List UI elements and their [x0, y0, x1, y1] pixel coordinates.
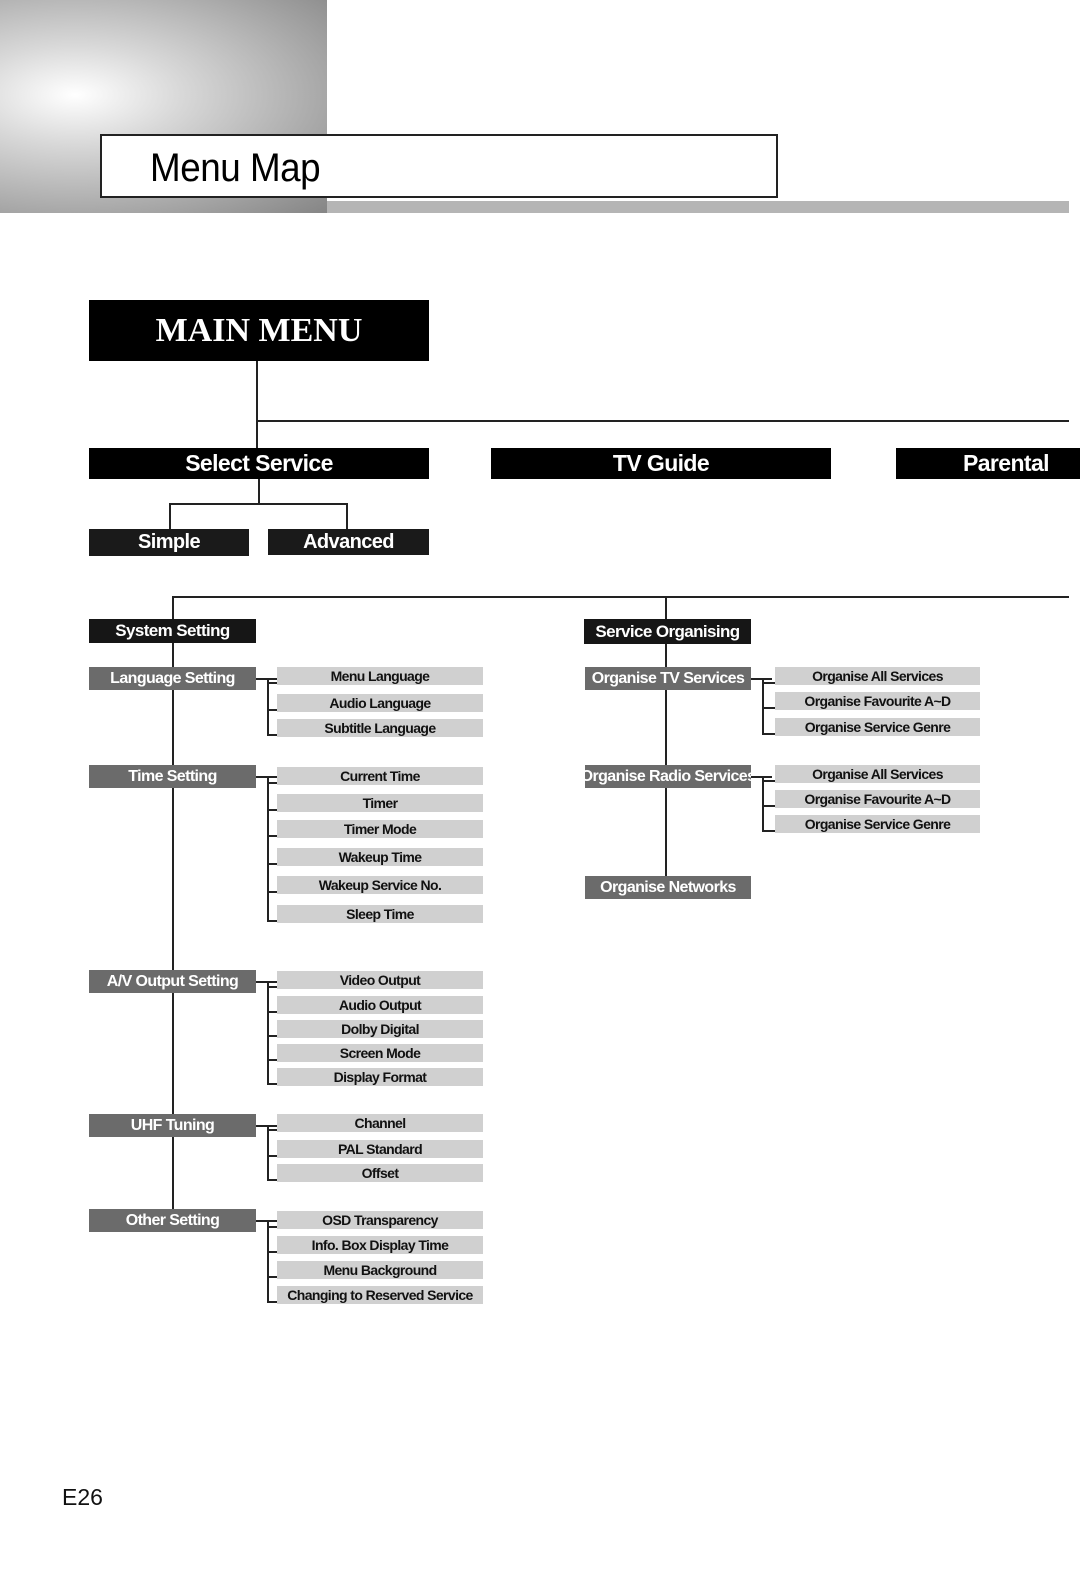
menu-select-service[interactable]: Select Service: [89, 448, 429, 479]
main-menu-box: MAIN MENU: [89, 300, 429, 361]
connector: [346, 503, 348, 529]
connector: [267, 1035, 277, 1037]
connector: [267, 1011, 277, 1013]
submenu-organise-tv-services[interactable]: Organise TV Services: [585, 667, 751, 690]
connector: [762, 776, 764, 832]
menu-simple[interactable]: Simple: [89, 529, 249, 556]
menu-item[interactable]: Organise All Services: [775, 667, 980, 685]
connector: [762, 805, 775, 807]
submenu-uhf-tuning[interactable]: UHF Tuning: [89, 1114, 256, 1137]
menu-item[interactable]: OSD Transparency: [277, 1211, 483, 1229]
connector: [172, 596, 1069, 598]
connector: [267, 809, 277, 811]
connector: [267, 981, 269, 1085]
menu-item[interactable]: Organise All Services: [775, 765, 980, 783]
connector: [256, 361, 258, 448]
menu-item[interactable]: Current Time: [277, 767, 483, 785]
connector: [256, 420, 1069, 422]
connector: [169, 503, 348, 505]
connector: [762, 830, 775, 832]
connector: [267, 776, 269, 922]
menu-item[interactable]: Screen Mode: [277, 1044, 483, 1062]
menu-item[interactable]: Timer: [277, 794, 483, 812]
menu-item[interactable]: Video Output: [277, 971, 483, 989]
connector: [267, 1301, 277, 1303]
menu-item[interactable]: Organise Service Genre: [775, 718, 980, 736]
connector: [267, 682, 277, 684]
menu-tv-guide[interactable]: TV Guide: [491, 448, 831, 479]
menu-item[interactable]: Organise Favourite A~D: [775, 692, 980, 710]
connector: [267, 1129, 277, 1131]
menu-advanced[interactable]: Advanced: [268, 529, 429, 555]
menu-service-organising[interactable]: Service Organising: [584, 619, 751, 644]
menu-system-setting[interactable]: System Setting: [89, 619, 256, 643]
connector: [762, 682, 775, 684]
connector: [267, 863, 277, 865]
menu-item[interactable]: Audio Language: [277, 694, 483, 712]
menu-item[interactable]: Display Format: [277, 1068, 483, 1086]
header-rule: [327, 201, 1069, 213]
connector: [762, 733, 775, 735]
menu-item[interactable]: Channel: [277, 1114, 483, 1132]
connector: [267, 920, 277, 922]
menu-item[interactable]: Changing to Reserved Service: [277, 1286, 483, 1304]
menu-item[interactable]: Info. Box Display Time: [277, 1236, 483, 1254]
connector: [762, 780, 775, 782]
submenu-language-setting[interactable]: Language Setting: [89, 667, 256, 690]
connector: [267, 678, 269, 736]
page-title: Menu Map: [150, 146, 321, 190]
submenu-a-v-output-setting[interactable]: A/V Output Setting: [89, 970, 256, 993]
menu-item[interactable]: Audio Output: [277, 996, 483, 1014]
connector: [267, 835, 277, 837]
connector: [267, 891, 277, 893]
connector: [258, 478, 260, 504]
connector: [267, 1059, 277, 1061]
menu-item[interactable]: PAL Standard: [277, 1140, 483, 1158]
submenu-time-setting[interactable]: Time Setting: [89, 765, 256, 788]
menu-item[interactable]: Wakeup Time: [277, 848, 483, 866]
connector: [267, 986, 277, 988]
menu-item[interactable]: Organise Favourite A~D: [775, 790, 980, 808]
connector: [267, 734, 277, 736]
connector: [169, 503, 171, 529]
connector: [267, 1083, 277, 1085]
menu-item[interactable]: Timer Mode: [277, 820, 483, 838]
connector: [267, 709, 277, 711]
submenu-other-setting[interactable]: Other Setting: [89, 1209, 256, 1232]
connector: [762, 707, 775, 709]
menu-item[interactable]: Offset: [277, 1164, 483, 1182]
connector: [267, 782, 277, 784]
connector: [267, 1179, 277, 1181]
menu-item[interactable]: Menu Language: [277, 667, 483, 685]
connector: [267, 1220, 269, 1303]
menu-item[interactable]: Dolby Digital: [277, 1020, 483, 1038]
menu-item[interactable]: Wakeup Service No.: [277, 876, 483, 894]
menu-item[interactable]: Subtitle Language: [277, 719, 483, 737]
connector: [267, 1125, 269, 1181]
menu-item[interactable]: Menu Background: [277, 1261, 483, 1279]
page-number: E26: [62, 1484, 103, 1510]
submenu-organise-radio-services[interactable]: Organise Radio Services: [581, 765, 756, 788]
connector: [267, 1276, 277, 1278]
connector: [267, 1155, 277, 1157]
menu-item[interactable]: Organise Service Genre: [775, 815, 980, 833]
connector: [267, 1251, 277, 1253]
menu-item[interactable]: Sleep Time: [277, 905, 483, 923]
menu-parental[interactable]: Parental: [896, 448, 1080, 479]
submenu-organise-networks[interactable]: Organise Networks: [585, 876, 751, 899]
connector: [267, 1226, 277, 1228]
